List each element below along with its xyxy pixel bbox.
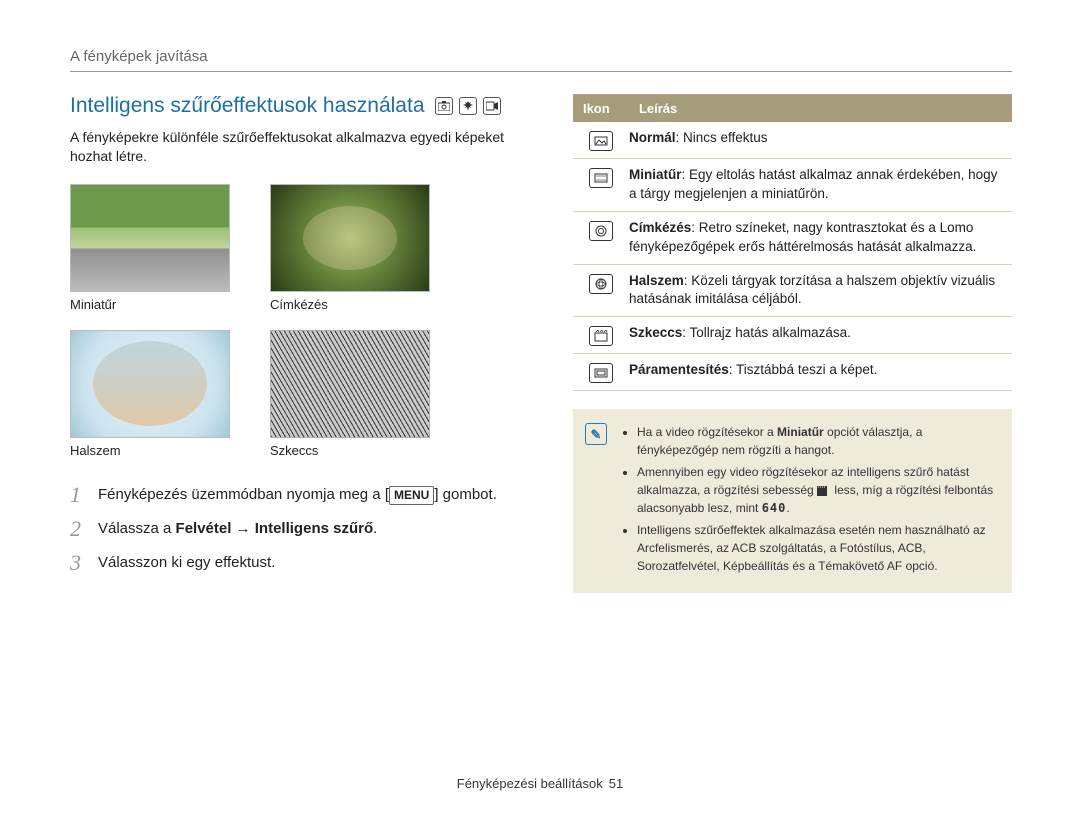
note-item: Amennyiben egy video rögzítésekor az int… [637, 463, 998, 517]
res-640-label: 640 [762, 501, 787, 515]
fisheye-icon [589, 274, 613, 294]
sketch-icon [589, 326, 613, 346]
note-item: Ha a video rögzítésekor a Miniatűr opció… [637, 423, 998, 459]
thumb-miniature-label: Miniatűr [70, 297, 230, 312]
camera-mode-icon [435, 97, 453, 115]
step-1-text: Fényképezés üzemmódban nyomja meg a [MEN… [98, 484, 539, 506]
thumb-sketch [270, 330, 430, 438]
thumb-miniature [70, 184, 230, 292]
normal-icon [589, 131, 613, 151]
thumb-vignette [270, 184, 430, 292]
step-1-number: 1 [70, 484, 88, 506]
fps-icon [817, 485, 831, 497]
section-title-text: Intelligens szűrőeffektusok használata [70, 94, 425, 118]
breadcrumb: A fényképek javítása [70, 48, 1012, 65]
menu-button-label: MENU [389, 486, 434, 505]
note-icon: ✎ [585, 423, 607, 445]
vignette-icon [589, 221, 613, 241]
step-3-number: 3 [70, 552, 88, 574]
intro-text: A fényképekre különféle szűrőeffektusoka… [70, 128, 539, 166]
thumb-fisheye [70, 330, 230, 438]
dual-is-icon [459, 97, 477, 115]
step-2-text: Válassza a Felvétel → Intelligens szűrő. [98, 518, 539, 540]
section-title: Intelligens szűrőeffektusok használata [70, 94, 539, 118]
divider [70, 71, 1012, 72]
thumb-fisheye-label: Halszem [70, 443, 230, 458]
table-row: Páramentesítés: Tisztábbá teszi a képet. [573, 354, 1012, 391]
table-row: Szkeccs: Tollrajz hatás alkalmazása. [573, 317, 1012, 354]
table-row: Halszem: Közeli tárgyak torzítása a hals… [573, 265, 1012, 318]
page-footer: Fényképezési beállítások51 [0, 776, 1080, 791]
video-mode-icon [483, 97, 501, 115]
table-header-desc: Leírás [629, 95, 1012, 122]
thumb-vignette-label: Címkézés [270, 297, 430, 312]
step-3-text: Válasszon ki egy effektust. [98, 552, 539, 574]
table-row: Miniatűr: Egy eltolás hatást alkalmaz an… [573, 159, 1012, 212]
effects-table: Ikon Leírás Normál: Nincs effektus Minia… [573, 94, 1012, 391]
thumb-sketch-label: Szkeccs [270, 443, 430, 458]
table-row: Normál: Nincs effektus [573, 122, 1012, 159]
note-box: ✎ Ha a video rögzítésekor a Miniatűr opc… [573, 409, 1012, 593]
table-row: Címkézés: Retro színeket, nagy kontraszt… [573, 212, 1012, 265]
defog-icon [589, 363, 613, 383]
note-item: Intelligens szűrőeffektek alkalmazása es… [637, 521, 998, 575]
step-2-number: 2 [70, 518, 88, 540]
miniature-icon [589, 168, 613, 188]
table-header-icon: Ikon [573, 95, 629, 122]
